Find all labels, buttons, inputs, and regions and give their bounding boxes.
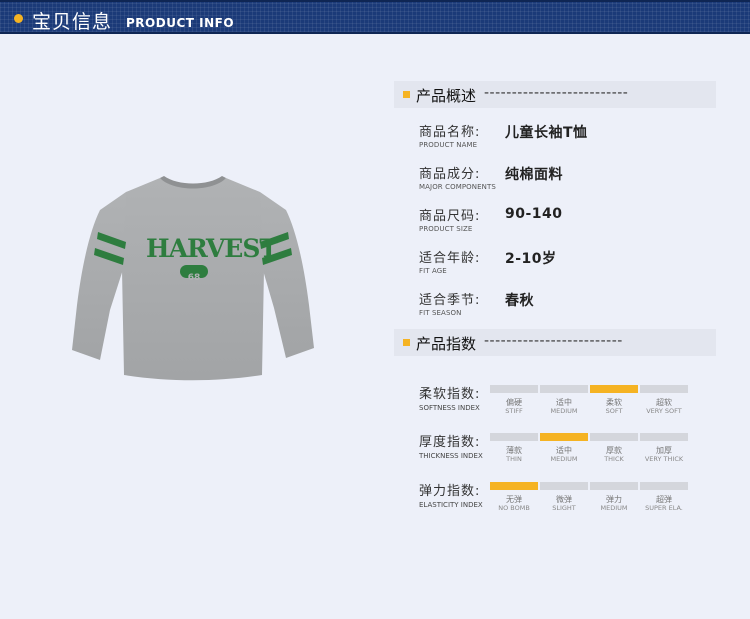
section-header: 宝贝信息 PRODUCT INFO xyxy=(0,0,750,34)
info-value: 90-140 xyxy=(505,206,563,222)
index-segment xyxy=(590,433,638,441)
index-segment xyxy=(490,433,538,441)
overview-heading: 产品概述 -------------------------- xyxy=(394,81,716,108)
index-segment xyxy=(640,482,688,490)
index-row: 柔软指数: SOFTNESS INDEX 偏硬 STIFF 适中 MEDIUM 柔软 SOFT… xyxy=(419,383,719,415)
info-label-en: MAJOR COMPONENTS xyxy=(419,183,496,191)
info-label-en: FIT SEASON xyxy=(419,309,462,317)
index-heading: 产品指数 ------------------------- xyxy=(394,329,716,356)
bullet-dot-icon xyxy=(14,14,23,23)
print-number-badge: 68 xyxy=(180,265,208,283)
index-option-en: STIFF xyxy=(505,407,523,415)
index-segment xyxy=(640,433,688,441)
index-option-en: SUPER ELA. xyxy=(645,504,683,512)
index-option-en: THIN xyxy=(506,455,522,463)
info-row-season: 适合季节: FIT SEASON 春秋 xyxy=(419,289,719,317)
info-row-age: 适合年龄: FIT AGE 2-10岁 xyxy=(419,247,719,275)
square-bullet-icon xyxy=(403,91,410,98)
info-value: 纯棉面料 xyxy=(505,167,563,183)
info-row-size: 商品尺码: PRODUCT SIZE 90-140 xyxy=(419,205,719,233)
index-segment xyxy=(540,385,588,393)
info-row-components: 商品成分: MAJOR COMPONENTS 纯棉面料 xyxy=(419,163,719,191)
index-option-en: VERY SOFT xyxy=(646,407,682,415)
overview-dashes: -------------------------- xyxy=(484,85,629,101)
index-title: 产品指数 xyxy=(416,335,477,353)
info-label-cn: 适合季节: xyxy=(419,293,481,308)
index-option-en: SOFT xyxy=(605,407,623,415)
index-segment-active xyxy=(540,433,588,441)
index-option-en: VERY THICK xyxy=(644,455,684,463)
index-option-en: SLIGHT xyxy=(552,504,576,512)
info-label-cn: 商品成分: xyxy=(419,167,481,182)
index-option-en: NO BOMB xyxy=(498,504,530,512)
info-value: 2-10岁 xyxy=(505,251,557,267)
index-segment xyxy=(590,482,638,490)
info-value: 春秋 xyxy=(505,293,534,309)
print-text: HARVEST xyxy=(146,234,278,263)
index-option-en: MEDIUM xyxy=(550,455,578,463)
index-segment xyxy=(490,385,538,393)
index-segment-active xyxy=(590,385,638,393)
index-option-en: MEDIUM xyxy=(550,407,578,415)
section-title-cn: 宝贝信息 xyxy=(32,11,113,33)
index-option-en: MEDIUM xyxy=(600,504,628,512)
overview-title: 产品概述 xyxy=(416,87,477,105)
index-segment xyxy=(640,385,688,393)
section-title-en: PRODUCT INFO xyxy=(126,16,235,30)
info-label-cn: 适合年龄: xyxy=(419,251,481,266)
print-number: 68 xyxy=(187,273,201,283)
info-label-en: FIT AGE xyxy=(419,267,447,275)
index-option-en: THICK xyxy=(604,455,624,463)
info-label-en: PRODUCT SIZE xyxy=(419,225,473,233)
square-bullet-icon xyxy=(403,339,410,346)
info-row-name: 商品名称: PRODUCT NAME 儿童长袖T恤 xyxy=(419,121,719,149)
info-label-cn: 商品尺码: xyxy=(419,209,481,224)
index-row: 厚度指数: THICKNESS INDEX 薄款 THIN 适中 MEDIUM 厚款 THIC… xyxy=(419,431,719,463)
index-dashes: ------------------------- xyxy=(484,333,623,349)
info-label-en: PRODUCT NAME xyxy=(419,141,478,149)
info-value: 儿童长袖T恤 xyxy=(505,125,588,141)
index-segment xyxy=(540,482,588,490)
index-row: 弹力指数: ELASTICITY INDEX 无弹 NO BOMB 微弹 SLIGHT 弹力… xyxy=(419,480,719,512)
index-segment-active xyxy=(490,482,538,490)
product-image: HARVEST 68 xyxy=(68,170,318,385)
